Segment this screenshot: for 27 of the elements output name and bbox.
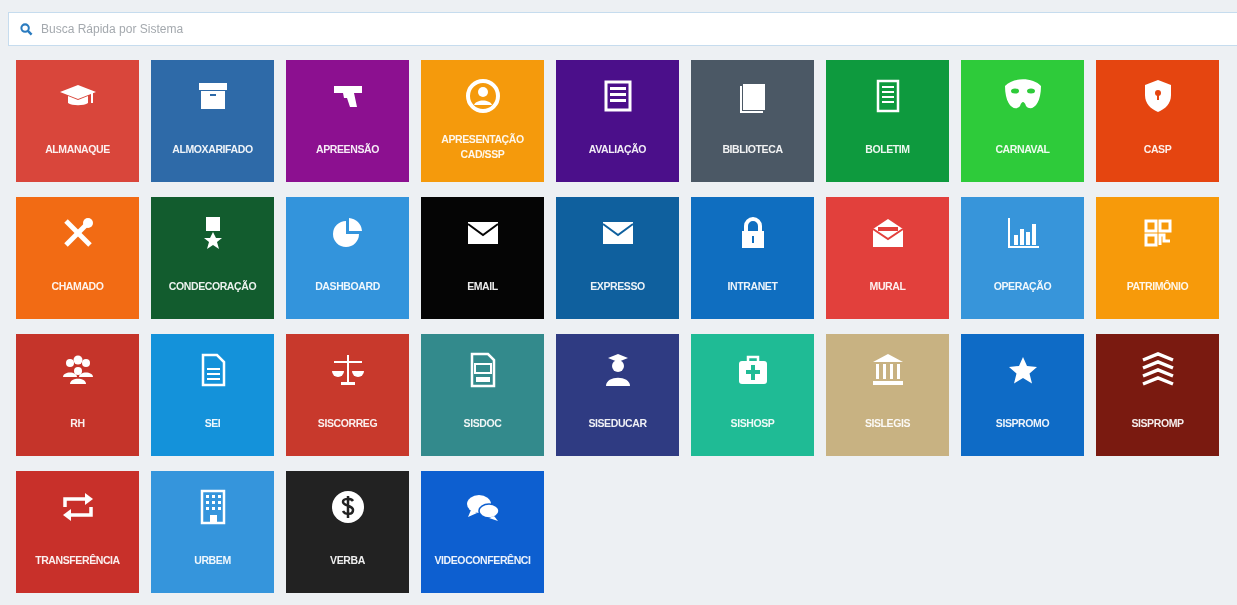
system-tile[interactable]: SEI — [151, 334, 274, 456]
system-tile[interactable]: BIBLIOTECA — [691, 60, 814, 182]
system-tile[interactable]: SISEDUCAR — [556, 334, 679, 456]
system-tile[interactable]: INTRANET — [691, 197, 814, 319]
system-tile[interactable]: SISPROMO — [961, 334, 1084, 456]
system-tile[interactable]: EXPRESSO — [556, 197, 679, 319]
system-tile[interactable]: ALMANAQUE — [16, 60, 139, 182]
system-tile[interactable]: AVALIAÇÃO — [556, 60, 679, 182]
system-tile[interactable]: CONDECORAÇÃO — [151, 197, 274, 319]
system-tile[interactable]: URBEM — [151, 471, 274, 593]
system-tile[interactable]: TRANSFERÊNCIA — [16, 471, 139, 593]
system-tile[interactable]: RH — [16, 334, 139, 456]
search-field[interactable]: Busca Rápida por Sistema — [8, 12, 1237, 46]
system-tile[interactable]: VIDEOCONFERÊNCI — [421, 471, 544, 593]
system-tile[interactable]: MURAL — [826, 197, 949, 319]
system-tile[interactable]: SISDOC — [421, 334, 544, 456]
system-tile[interactable]: APREENSÃO — [286, 60, 409, 182]
system-tile[interactable]: ALMOXARIFADO — [151, 60, 274, 182]
system-tile[interactable]: SISPROMP — [1096, 334, 1219, 456]
system-tile[interactable]: CASP — [1096, 60, 1219, 182]
system-tile[interactable]: CHAMADO — [16, 197, 139, 319]
system-tile[interactable]: SISCORREG — [286, 334, 409, 456]
system-tile[interactable]: DASHBOARD — [286, 197, 409, 319]
system-tile[interactable]: BOLETIM — [826, 60, 949, 182]
system-tile[interactable]: EMAIL — [421, 197, 544, 319]
system-tile[interactable]: OPERAÇÃO — [961, 197, 1084, 319]
system-tile[interactable]: VERBA — [286, 471, 409, 593]
